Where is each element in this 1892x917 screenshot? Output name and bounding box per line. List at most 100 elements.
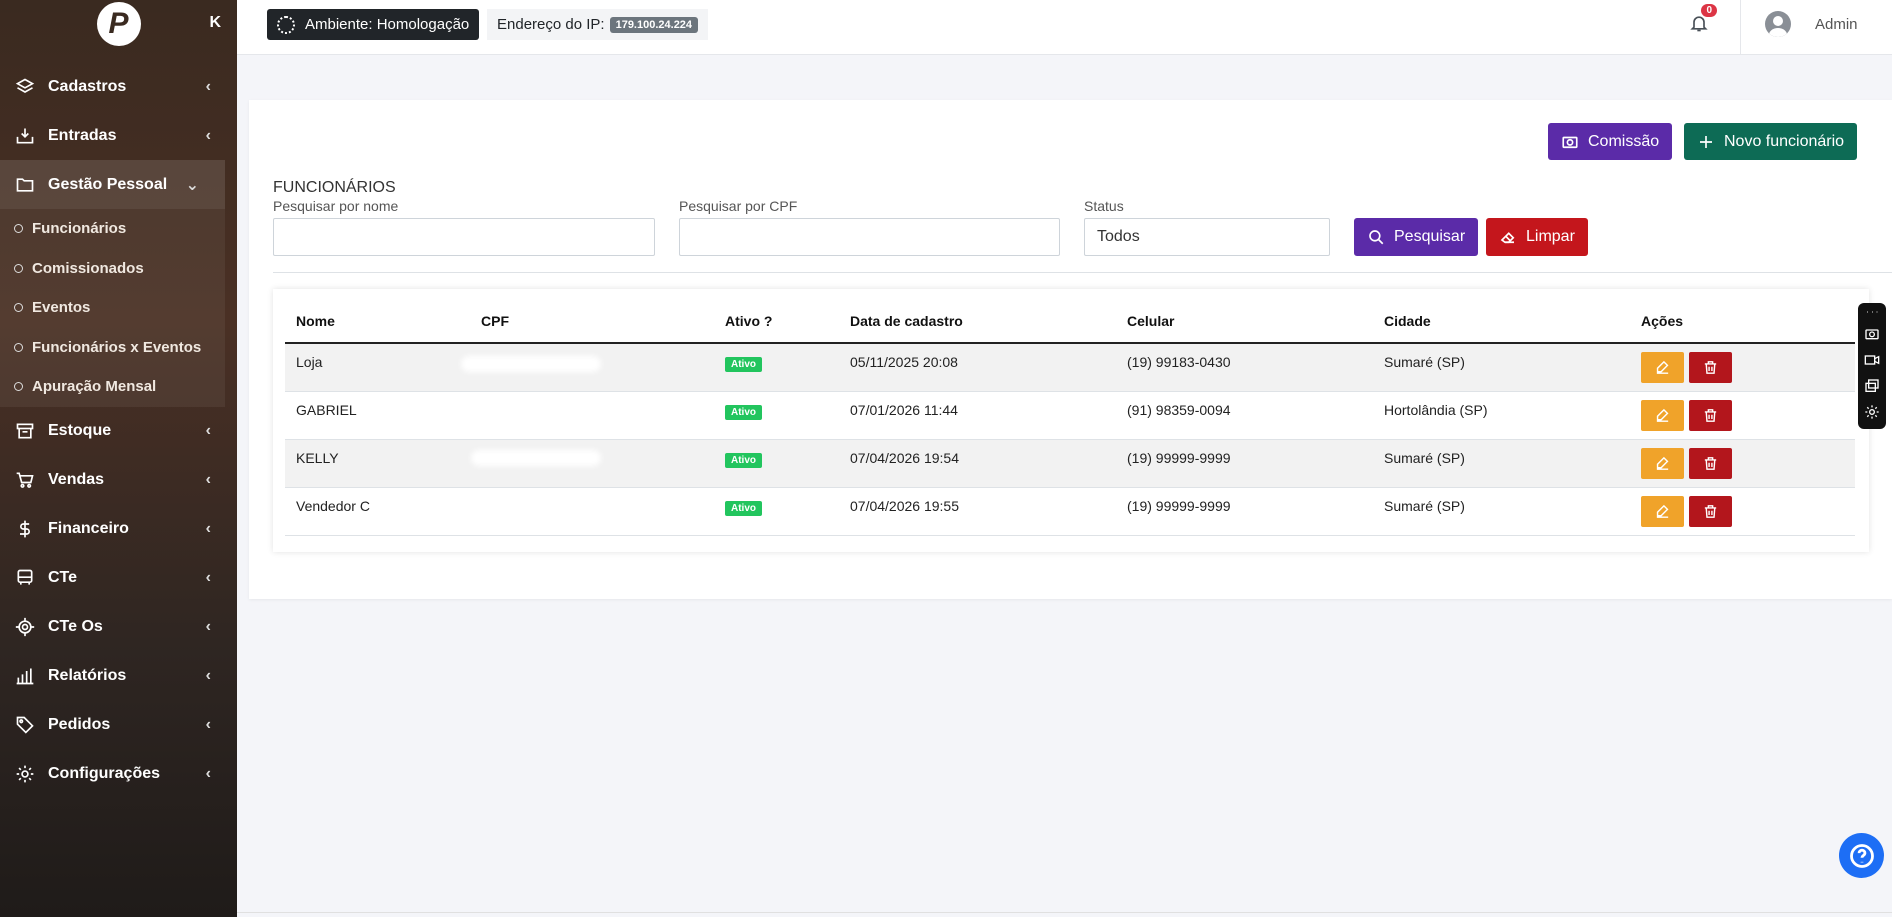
edit-icon <box>1656 360 1669 374</box>
chevron-left-icon: ‹ <box>205 77 211 95</box>
target-icon <box>14 616 36 638</box>
eraser-icon <box>1500 232 1515 244</box>
cell-nome: Vendedor C <box>296 498 370 514</box>
edit-button[interactable] <box>1641 448 1684 479</box>
cell-cidade: Sumaré (SP) <box>1384 354 1465 370</box>
help-button[interactable] <box>1839 833 1884 878</box>
circle-icon <box>14 382 23 392</box>
sidebar-subitem-label: Apuração Mensal <box>32 378 157 396</box>
user-menu[interactable]: Admin <box>1765 11 1858 37</box>
cell-data-cadastro: 07/04/2026 19:55 <box>850 498 959 514</box>
name-search-input[interactable] <box>273 218 655 256</box>
commission-button[interactable]: Comissão <box>1548 123 1673 160</box>
sidebar-item-cte[interactable]: CTe ‹ <box>0 554 237 603</box>
sidebar-item-label: Cadastros <box>48 77 127 95</box>
delete-button[interactable] <box>1689 448 1732 479</box>
sidebar-subitem-label: Comissionados <box>32 259 144 277</box>
chevron-left-icon: ‹ <box>205 618 211 635</box>
sidebar-item-gestao-pessoal[interactable]: Gestão Pessoal ⌄ <box>0 160 225 209</box>
delete-button[interactable] <box>1689 400 1732 431</box>
user-name: Admin <box>1815 15 1858 33</box>
clear-button[interactable]: Limpar <box>1486 218 1588 256</box>
video-icon[interactable] <box>1858 347 1886 373</box>
trash-icon <box>1704 361 1717 374</box>
sidebar-item-label: Vendas <box>48 471 105 488</box>
sidebar-item-label: CTe Os <box>48 618 103 635</box>
new-employee-button-label: Novo funcionário <box>1724 132 1845 150</box>
new-employee-button[interactable]: Novo funcionário <box>1684 123 1858 160</box>
circle-icon <box>14 342 23 352</box>
edit-button[interactable] <box>1641 400 1684 431</box>
question-circle-icon <box>1849 843 1874 868</box>
cpf-search-input[interactable] <box>679 218 1060 256</box>
edit-button[interactable] <box>1641 496 1684 527</box>
search-button[interactable]: Pesquisar <box>1354 218 1479 256</box>
sidebar-subitem-comissionados[interactable]: Comissionados <box>0 249 225 289</box>
windows-icon[interactable] <box>1858 373 1886 399</box>
sidebar-logo-area: P K <box>0 0 237 48</box>
commission-button-label: Comissão <box>1588 132 1660 150</box>
sidebar-item-financeiro[interactable]: Financeiro ‹ <box>0 505 237 554</box>
gear-icon <box>277 15 295 34</box>
sidebar-subitem-eventos[interactable]: Eventos <box>0 288 225 328</box>
sidebar-item-pedidos[interactable]: Pedidos ‹ <box>0 701 237 750</box>
sidebar-item-cte-os[interactable]: CTe Os ‹ <box>0 603 237 652</box>
cell-cidade: Sumaré (SP) <box>1384 450 1465 466</box>
chevron-left-icon: ‹ <box>205 471 211 488</box>
column-header-acoes: Ações <box>1641 313 1684 329</box>
status-badge: Ativo <box>725 453 762 468</box>
brand-logo[interactable]: P <box>96 2 141 46</box>
divider <box>273 272 1892 273</box>
delete-button[interactable] <box>1689 496 1732 527</box>
cpf-redacted <box>471 450 601 466</box>
notifications-count-badge: 0 <box>1701 4 1717 17</box>
sidebar-item-estoque[interactable]: Estoque ‹ <box>0 407 237 456</box>
ip-label: Endereço do IP: <box>497 16 605 33</box>
search-button-label: Pesquisar <box>1394 228 1466 245</box>
column-header-cpf[interactable]: CPF <box>481 313 509 329</box>
delete-button[interactable] <box>1689 352 1732 383</box>
sidebar-subitem-apuracao-mensal[interactable]: Apuração Mensal <box>0 367 225 407</box>
sidebar-subitem-funcionarios[interactable]: Funcionários <box>0 209 225 249</box>
top-header: Ambiente: Homologação Endereço do IP: 17… <box>237 0 1892 55</box>
clear-button-label: Limpar <box>1526 228 1575 245</box>
status-select[interactable]: Todos <box>1084 218 1330 256</box>
sidebar-item-entradas[interactable]: Entradas ‹ <box>0 111 237 160</box>
chevron-left-icon: ‹ <box>205 716 211 733</box>
table-row: Vendedor C Ativo 07/04/2026 19:55 (19) 9… <box>285 488 1855 536</box>
sidebar-item-label: CTe <box>48 569 78 586</box>
environment-label: Ambiente: Homologação <box>305 16 470 33</box>
sidebar-collapse-icon[interactable]: K <box>209 14 221 32</box>
bus-icon <box>14 567 36 589</box>
sidebar-subitem-funcionarios-x-eventos[interactable]: Funcionários x Eventos <box>0 328 225 368</box>
settings-icon[interactable] <box>1858 399 1886 425</box>
layers-icon <box>14 76 36 98</box>
sidebar-item-relatorios[interactable]: Relatórios ‹ <box>0 652 237 701</box>
edit-icon <box>1656 408 1669 422</box>
sidebar-item-configuracoes[interactable]: Configurações ‹ <box>0 750 237 799</box>
sidebar-subitem-label: Eventos <box>32 299 91 317</box>
sidebar-item-label: Relatórios <box>48 667 127 684</box>
column-header-nome[interactable]: Nome <box>296 313 335 329</box>
column-header-ativo[interactable]: Ativo ? <box>725 313 772 329</box>
dollar-icon <box>14 518 36 540</box>
cell-nome: GABRIEL <box>296 402 357 418</box>
more-icon[interactable] <box>1858 303 1886 321</box>
cell-data-cadastro: 07/04/2026 19:54 <box>850 450 959 466</box>
ip-value-badge: 179.100.24.224 <box>609 16 699 33</box>
notifications-button[interactable]: 0 <box>1689 4 1717 36</box>
ip-address-box: Endereço do IP: 179.100.24.224 <box>487 9 709 40</box>
column-header-data-cadastro[interactable]: Data de cadastro <box>850 313 963 329</box>
trash-icon <box>1704 409 1717 422</box>
sidebar-item-cadastros[interactable]: Cadastros ‹ <box>0 62 237 111</box>
chevron-left-icon: ‹ <box>205 422 211 439</box>
circle-icon <box>14 224 23 234</box>
plus-icon <box>1700 135 1712 148</box>
sidebar-item-vendas[interactable]: Vendas ‹ <box>0 456 237 505</box>
edit-button[interactable] <box>1641 352 1684 383</box>
camera-icon[interactable] <box>1858 321 1886 347</box>
column-header-celular[interactable]: Celular <box>1127 313 1174 329</box>
sidebar-item-label: Estoque <box>48 422 112 439</box>
status-badge: Ativo <box>725 405 762 420</box>
column-header-cidade[interactable]: Cidade <box>1384 313 1431 329</box>
